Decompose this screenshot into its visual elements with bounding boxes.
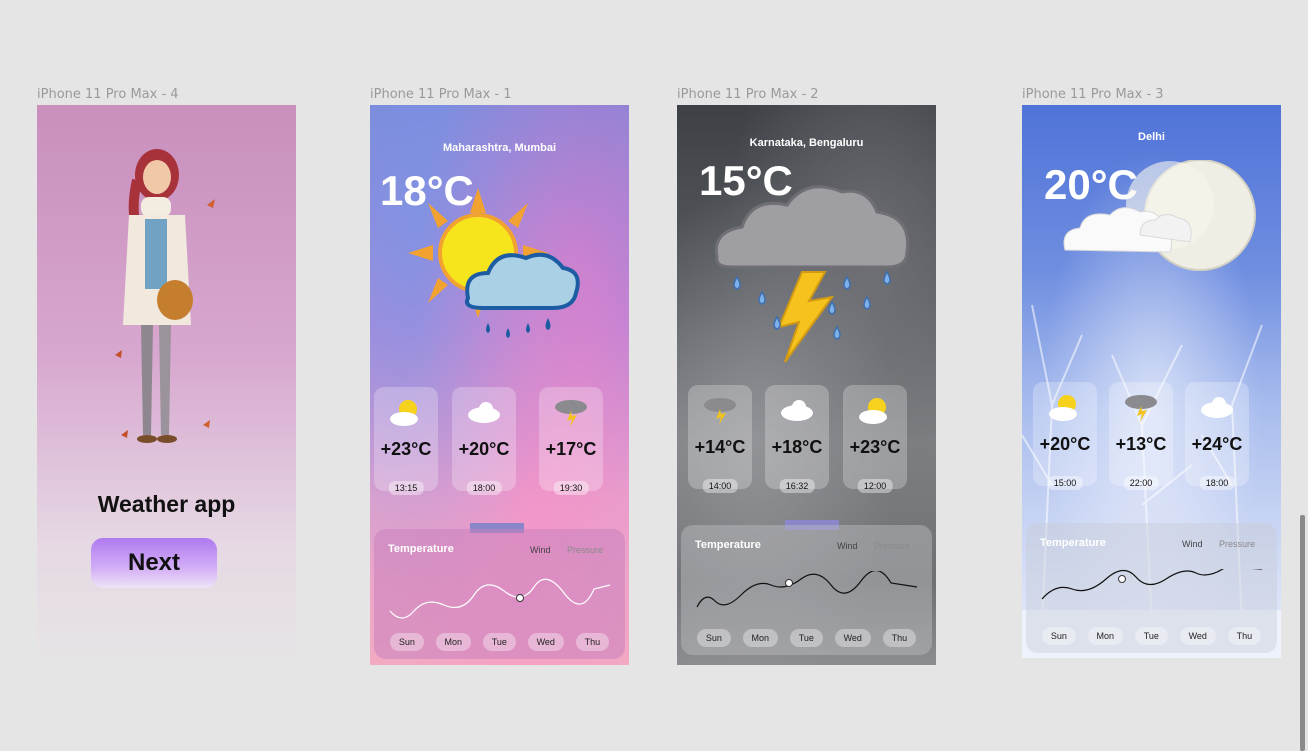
hour-time: 18:00: [1199, 476, 1235, 490]
temperature-panel: Temperature Wind Pressure Sun Mon Tue We…: [374, 529, 625, 659]
canvas-scrollbar[interactable]: [1300, 515, 1305, 751]
hourly-card-3[interactable]: +24°C 18:00: [1185, 382, 1249, 490]
moon-cloud-icon: [1063, 160, 1256, 271]
hour-time: 18:00: [466, 481, 502, 495]
day-wed[interactable]: Wed: [527, 633, 564, 651]
tab-pressure[interactable]: Pressure: [874, 541, 910, 551]
day-sun[interactable]: Sun: [1041, 627, 1076, 645]
day-wed[interactable]: Wed: [1179, 627, 1216, 645]
graph-point[interactable]: [516, 594, 524, 602]
hour-temp: +23°C: [849, 437, 901, 457]
sun-cloud-icon: [390, 400, 418, 426]
tab-wind[interactable]: Wind: [530, 545, 551, 555]
day-sun[interactable]: Sun: [389, 633, 424, 651]
frame-label-2: iPhone 11 Pro Max - 2: [677, 87, 819, 102]
graph-point[interactable]: [785, 579, 793, 587]
day-tue[interactable]: Tue: [1134, 627, 1168, 645]
tab-wind[interactable]: Wind: [1182, 539, 1203, 549]
hourly-card-1[interactable]: +23°C 13:15: [374, 387, 438, 495]
graph-point[interactable]: [1118, 575, 1126, 583]
cloud-icon: [781, 400, 813, 421]
tab-pressure[interactable]: Pressure: [567, 545, 603, 555]
tab-temperature[interactable]: Temperature: [1040, 537, 1106, 549]
app-title: Weather app: [97, 491, 236, 517]
hour-temp: +23°C: [380, 439, 432, 459]
hourly-card-1[interactable]: +14°C 14:00: [688, 385, 752, 493]
day-selector: Sun Mon Tue Wed Thu: [1026, 627, 1277, 645]
temperature-panel: Temperature Wind Pressure Sun Mon Tue We…: [1026, 523, 1277, 653]
sun-cloud-icon: [1049, 395, 1077, 421]
hourly-card-3[interactable]: +17°C 19:30: [539, 387, 603, 495]
day-thu[interactable]: Thu: [882, 629, 917, 647]
tab-pressure[interactable]: Pressure: [1219, 539, 1255, 549]
hour-time: 15:00: [1047, 476, 1083, 490]
day-selector: Sun Mon Tue Wed Thu: [681, 629, 932, 647]
hour-time: 19:30: [553, 481, 589, 495]
frame-welcome: Weather app Next: [37, 105, 296, 660]
day-mon[interactable]: Mon: [435, 633, 472, 651]
temperature-graph: [389, 578, 611, 619]
city-name: Maharashtra, Mumbai: [442, 142, 557, 154]
cloud-icon: [1201, 397, 1233, 418]
day-thu[interactable]: Thu: [1227, 627, 1262, 645]
day-thu[interactable]: Thu: [575, 633, 610, 651]
hour-time: 12:00: [857, 479, 893, 493]
frame-label-4: iPhone 11 Pro Max - 4: [37, 87, 179, 102]
hour-temp: +14°C: [694, 437, 746, 457]
city-name: Delhi: [1138, 131, 1165, 143]
hourly-card-3[interactable]: +23°C 12:00: [843, 385, 907, 493]
day-tue[interactable]: Tue: [789, 629, 823, 647]
hour-temp: +20°C: [458, 439, 510, 459]
hourly-card-2[interactable]: +18°C 16:32: [765, 385, 829, 493]
day-wed[interactable]: Wed: [834, 629, 871, 647]
frame-label-3: iPhone 11 Pro Max - 3: [1022, 87, 1164, 102]
sun-cloud-icon: [859, 398, 887, 424]
temperature-panel: Temperature Wind Pressure Sun Mon Tue We…: [681, 525, 932, 655]
city-name: Karnataka, Bengaluru: [749, 137, 864, 149]
hour-temp: +20°C: [1039, 434, 1091, 454]
day-tue[interactable]: Tue: [482, 633, 516, 651]
cloud-icon: [468, 402, 500, 423]
frame-label-1: iPhone 11 Pro Max - 1: [370, 87, 512, 102]
thunderstorm-icon: [714, 185, 910, 363]
temperature-graph: [696, 571, 918, 608]
hour-temp: +17°C: [545, 439, 597, 459]
hour-time: 14:00: [702, 479, 738, 493]
next-button[interactable]: Next: [91, 538, 217, 588]
tab-temperature[interactable]: Temperature: [695, 539, 761, 551]
frame-bengaluru: Karnataka, Bengaluru 15°C +14°C 14:00 +1…: [677, 105, 936, 665]
hour-temp: +13°C: [1115, 434, 1167, 454]
thunder-cloud-icon: [704, 398, 736, 425]
tab-wind[interactable]: Wind: [837, 541, 858, 551]
hour-temp: +18°C: [771, 437, 823, 457]
day-mon[interactable]: Mon: [1087, 627, 1124, 645]
day-sun[interactable]: Sun: [696, 629, 731, 647]
hour-time: 22:00: [1123, 476, 1159, 490]
hour-time: 16:32: [779, 479, 815, 493]
hour-temp: +24°C: [1191, 434, 1243, 454]
tab-temperature[interactable]: Temperature: [388, 543, 454, 555]
girl-illustration: [115, 149, 215, 443]
hour-time: 13:15: [388, 481, 424, 495]
frame-delhi: Delhi 20°C +20°C 15:00 +13°C 22:00 +24°C…: [1022, 105, 1281, 658]
day-mon[interactable]: Mon: [742, 629, 779, 647]
temperature-graph: [1041, 569, 1262, 600]
sun-cloud-rain-icon: [408, 188, 580, 338]
hourly-card-2[interactable]: +20°C 18:00: [452, 387, 516, 495]
hourly-card-2[interactable]: +13°C 22:00: [1109, 382, 1173, 490]
thunder-cloud-icon: [1125, 395, 1157, 422]
hourly-card-1[interactable]: +20°C 15:00: [1033, 382, 1097, 490]
thunder-cloud-icon: [555, 400, 587, 427]
frame-mumbai: Maharashtra, Mumbai 18°C +23°C 13:15 +20…: [370, 105, 629, 665]
day-selector: Sun Mon Tue Wed Thu: [374, 633, 625, 651]
